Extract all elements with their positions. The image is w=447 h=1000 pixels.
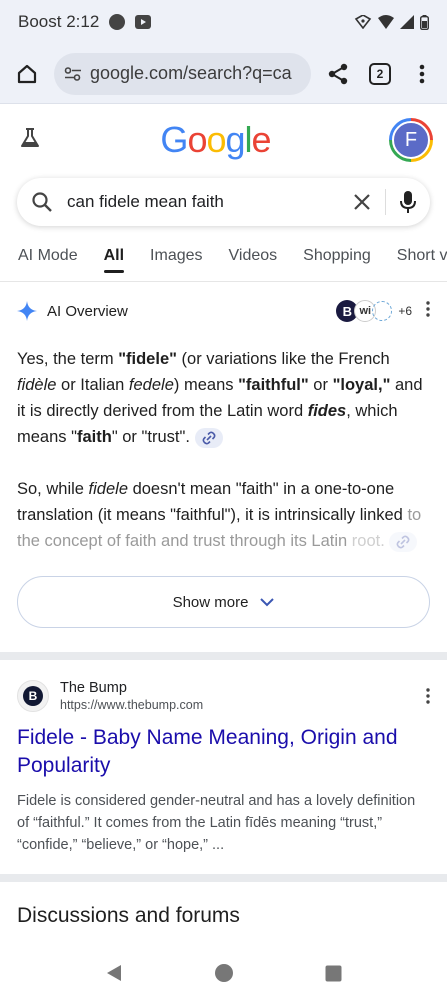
- show-more-label: Show more: [172, 593, 249, 611]
- search-input[interactable]: can fidele mean faith: [67, 192, 353, 212]
- tab-all[interactable]: All: [103, 230, 125, 281]
- chevron-down-icon: [260, 597, 275, 606]
- search-bar[interactable]: can fidele mean faith: [17, 178, 430, 226]
- search-divider: [385, 189, 386, 215]
- wifi-icon: [378, 15, 394, 29]
- google-logo-letter: e: [251, 119, 272, 160]
- ai-overview-paragraph-1: Yes, the term "fidele" (or variations li…: [17, 350, 423, 448]
- address-bar[interactable]: google.com/search?q=ca: [54, 52, 311, 95]
- google-logo-letter: o: [187, 119, 207, 160]
- google-logo-letter: g: [225, 119, 246, 160]
- tab-switcher-button[interactable]: 2: [365, 59, 395, 89]
- labs-button[interactable]: [18, 126, 42, 155]
- ai-overview: AI Overview B wi +6 Yes, the term "fidel…: [0, 282, 447, 628]
- link-icon: [396, 535, 410, 549]
- clear-search-icon[interactable]: [353, 193, 371, 211]
- carrier-time: Boost 2:12: [18, 12, 100, 31]
- home-icon: [17, 64, 37, 83]
- result-menu-icon[interactable]: [426, 688, 430, 704]
- avatar: F: [391, 121, 430, 159]
- section-divider: [0, 652, 447, 660]
- google-logo[interactable]: Google: [160, 119, 272, 161]
- more-vert-icon: [426, 301, 430, 317]
- notification-dot-icon: [109, 14, 126, 30]
- tab-videos[interactable]: Videos: [229, 230, 278, 281]
- result-snippet: Fidele is considered gender-neutral and …: [17, 793, 416, 853]
- signal-icon: [400, 15, 414, 29]
- citation-link-button[interactable]: [194, 427, 223, 448]
- battery-icon: [420, 14, 429, 30]
- url-text: google.com/search?q=ca: [90, 63, 292, 83]
- phone-screen: Boost 2:12 google.com/search?q=ca 2 Goog…: [0, 0, 447, 1000]
- browser-menu-button[interactable]: [407, 59, 437, 89]
- result-source[interactable]: B The Bump https://www.thebump.com: [17, 680, 430, 712]
- status-bar: Boost 2:12: [0, 0, 447, 44]
- discussions-heading: Discussions and forums: [17, 904, 240, 927]
- google-logo-letter: o: [206, 119, 226, 160]
- ai-overview-menu-button[interactable]: [426, 301, 430, 321]
- google-header: Google F: [0, 104, 447, 176]
- result-title-link[interactable]: Fidele - Baby Name Meaning, Origin and P…: [17, 724, 430, 780]
- more-sources-count: +6: [398, 304, 412, 318]
- more-vert-icon: [419, 64, 425, 83]
- citation-link-button-2[interactable]: [389, 531, 418, 552]
- ai-overview-title: AI Overview: [47, 302, 128, 320]
- source-favicon-other: [372, 301, 393, 321]
- tab-shopping[interactable]: Shopping: [303, 230, 371, 281]
- browser-toolbar: google.com/search?q=ca 2: [0, 44, 447, 104]
- hotspot-icon: [354, 15, 372, 29]
- account-avatar-button[interactable]: F: [388, 118, 433, 162]
- home-button-icon[interactable]: [214, 963, 234, 983]
- ai-sparkle-icon: [17, 301, 37, 321]
- recents-button-icon[interactable]: [325, 965, 342, 982]
- site-name: The Bump: [60, 680, 127, 696]
- tab-ai-mode[interactable]: AI Mode: [18, 230, 78, 281]
- ai-overview-header: AI Overview B wi +6: [17, 282, 430, 340]
- google-logo-letter: G: [160, 119, 188, 160]
- section-divider-2: [0, 874, 447, 882]
- site-settings-icon: [64, 66, 81, 81]
- search-icon: [32, 192, 52, 212]
- show-more-button[interactable]: Show more: [17, 576, 430, 628]
- link-icon: [202, 431, 215, 445]
- search-tabs: AI Mode All Images Videos Shopping Short…: [0, 230, 447, 282]
- tab-count: 2: [369, 62, 391, 85]
- search-result: B The Bump https://www.thebump.com Fidel…: [0, 660, 447, 856]
- tab-short-videos[interactable]: Short vi: [397, 230, 447, 281]
- share-icon: [328, 63, 348, 84]
- site-favicon: B: [17, 680, 49, 712]
- ai-overview-paragraph-2: So, while fidele doesn't mean "faith" in…: [17, 480, 422, 552]
- voice-search-icon[interactable]: [400, 190, 416, 214]
- share-button[interactable]: [323, 59, 353, 89]
- back-button-icon[interactable]: [105, 964, 123, 982]
- home-button[interactable]: [12, 59, 42, 89]
- flask-icon: [21, 127, 39, 147]
- youtube-notification-icon: [135, 15, 152, 29]
- tab-images[interactable]: Images: [150, 230, 202, 281]
- google-logo-letter: l: [244, 119, 253, 160]
- system-nav-bar: [0, 946, 447, 1000]
- site-url: https://www.thebump.com: [60, 698, 204, 712]
- ai-sources-button[interactable]: B wi +6: [336, 300, 412, 322]
